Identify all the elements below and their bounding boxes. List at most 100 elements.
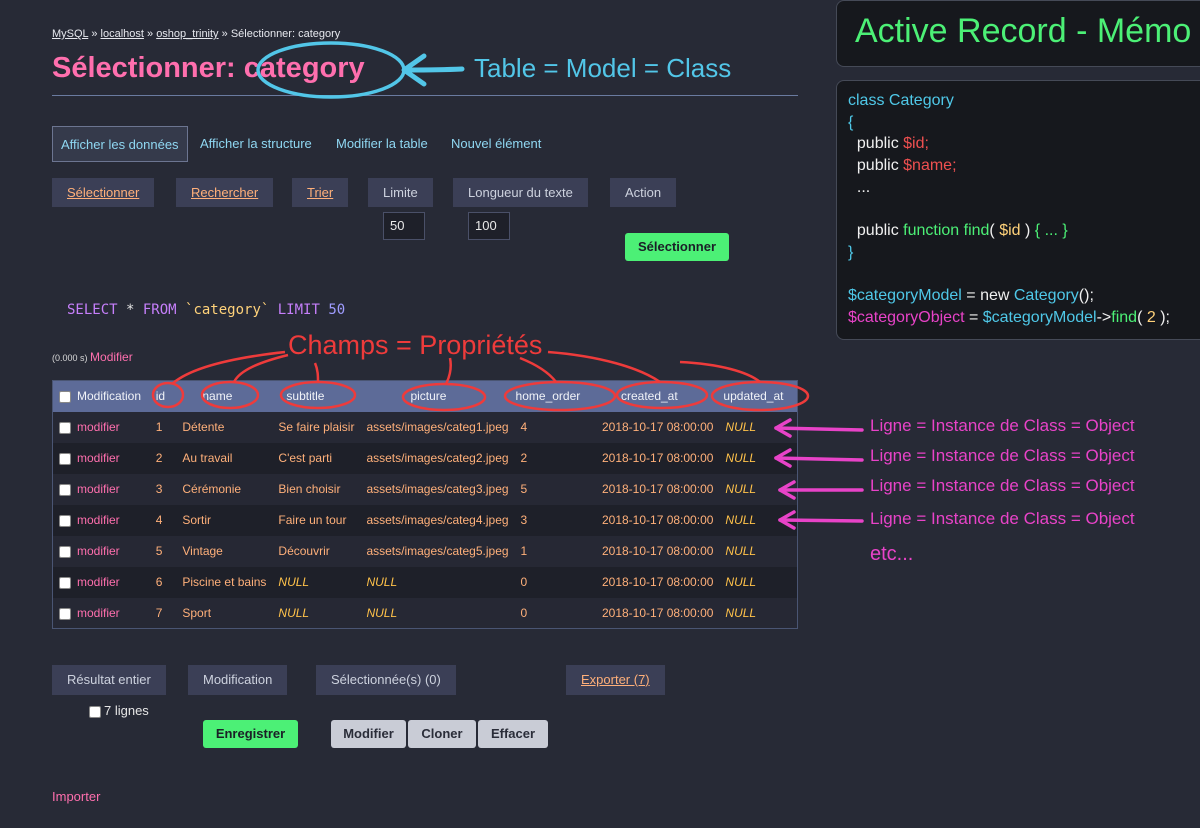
- delete-button[interactable]: Effacer: [478, 720, 548, 748]
- row-edit-cell[interactable]: modifier: [52, 442, 150, 474]
- import-link[interactable]: Importer: [52, 789, 100, 804]
- cell-updated-at: NULL: [719, 535, 798, 567]
- row-checkbox[interactable]: [59, 545, 71, 558]
- tab-show-data[interactable]: Afficher les données: [52, 126, 188, 162]
- breadcrumb-separator: »: [147, 28, 154, 40]
- column-header-modification[interactable]: Modification: [52, 380, 150, 412]
- row-edit-link[interactable]: modifier: [77, 482, 120, 496]
- row-edit-cell[interactable]: modifier: [52, 566, 150, 598]
- connector-line: [232, 353, 289, 383]
- cell-updated-at: NULL: [719, 442, 798, 474]
- cell-subtitle: Découvrir: [272, 535, 361, 567]
- sql-keyword: LIMIT: [277, 302, 320, 318]
- cell-subtitle: Se faire plaisir: [272, 411, 361, 443]
- cell-id: 6: [149, 566, 177, 598]
- table-header-row: Modification id name subtitle picture ho…: [52, 380, 798, 412]
- breadcrumb-host[interactable]: localhost: [101, 28, 144, 40]
- column-header-updated-at[interactable]: updated_at: [719, 380, 798, 412]
- cell-picture: assets/images/categ5.jpeg: [360, 535, 515, 567]
- arrow-head-icon: [401, 53, 427, 87]
- connector-line: [519, 356, 557, 383]
- row-edit-cell[interactable]: modifier: [52, 535, 150, 567]
- modification-button[interactable]: Modification: [188, 665, 288, 695]
- tab-show-structure[interactable]: Afficher la structure: [200, 126, 312, 162]
- title-divider: [52, 95, 798, 96]
- breadcrumb-mysql[interactable]: MySQL: [52, 28, 88, 40]
- sort-button[interactable]: Trier: [292, 178, 349, 207]
- text-length-input[interactable]: 100: [468, 212, 510, 240]
- row-edit-cell[interactable]: modifier: [52, 597, 150, 629]
- data-table: Modification id name subtitle picture ho…: [52, 380, 798, 629]
- cell-id: 3: [149, 473, 177, 505]
- cell-name: Détente: [176, 411, 273, 443]
- edit-query-link[interactable]: Modifier: [90, 350, 133, 364]
- table-row: modifier 3 Cérémonie Bien choisir assets/ima…: [52, 473, 798, 505]
- annotation-table-model: Table = Model = Class: [474, 53, 732, 83]
- row-edit-link[interactable]: modifier: [77, 606, 120, 620]
- lines-checkbox[interactable]: [89, 705, 101, 718]
- cell-picture: assets/images/categ2.jpeg: [360, 442, 515, 474]
- limit-input[interactable]: 50: [383, 212, 425, 240]
- export-button[interactable]: Exporter (7): [566, 665, 665, 695]
- cell-home-order: 3: [514, 504, 596, 536]
- annotation-fields: Champs = Propriétés: [288, 330, 543, 360]
- timing-value: (0.000 s): [52, 353, 88, 363]
- table-row: modifier 1 Détente Se faire plaisir assets/i…: [52, 411, 798, 443]
- row-checkbox[interactable]: [59, 452, 71, 465]
- clone-button[interactable]: Cloner: [408, 720, 476, 748]
- row-edit-cell[interactable]: modifier: [52, 411, 150, 443]
- row-edit-link[interactable]: modifier: [77, 513, 120, 527]
- breadcrumb-separator: »: [221, 28, 228, 40]
- sql-query: SELECT * FROM `category` LIMIT 50: [67, 302, 345, 318]
- cell-name: Vintage: [176, 535, 273, 567]
- column-header-subtitle[interactable]: subtitle: [272, 380, 361, 412]
- save-button[interactable]: Enregistrer: [203, 720, 298, 748]
- cell-subtitle: NULL: [272, 566, 361, 598]
- row-checkbox[interactable]: [59, 483, 71, 496]
- table-row: modifier 2 Au travail C'est parti assets/ima…: [52, 442, 798, 474]
- row-checkbox[interactable]: [59, 607, 71, 620]
- selected-button[interactable]: Sélectionnée(s) (0): [316, 665, 456, 695]
- column-header-label: Modification: [77, 389, 142, 404]
- search-button[interactable]: Rechercher: [176, 178, 274, 207]
- tab-alter-table[interactable]: Modifier la table: [336, 126, 428, 162]
- row-edit-link[interactable]: modifier: [77, 420, 120, 434]
- cell-name: Sport: [176, 597, 273, 629]
- cell-home-order: 0: [514, 566, 596, 598]
- breadcrumb-database[interactable]: oshop_trinity: [156, 28, 218, 40]
- row-checkbox[interactable]: [59, 576, 71, 589]
- row-edit-link[interactable]: modifier: [77, 451, 120, 465]
- text-length-label: Longueur du texte: [453, 178, 588, 207]
- row-edit-link[interactable]: modifier: [77, 544, 120, 558]
- code-line: public $id;: [848, 135, 929, 153]
- cell-picture: NULL: [360, 566, 515, 598]
- select-columns-button[interactable]: Sélectionner: [52, 178, 155, 207]
- column-header-id[interactable]: id: [149, 380, 177, 412]
- select-submit-button[interactable]: Sélectionner: [625, 233, 729, 261]
- column-header-created-at[interactable]: created_at: [595, 380, 720, 412]
- select-all-checkbox[interactable]: [59, 391, 71, 404]
- full-result-button[interactable]: Résultat entier: [52, 665, 166, 695]
- edit-button[interactable]: Modifier: [331, 720, 406, 748]
- cell-subtitle: Bien choisir: [272, 473, 361, 505]
- column-header-home-order[interactable]: home_order: [514, 380, 596, 412]
- column-header-picture[interactable]: picture: [360, 380, 515, 412]
- cell-name: Piscine et bains: [176, 566, 273, 598]
- row-checkbox[interactable]: [59, 514, 71, 527]
- row-edit-link[interactable]: modifier: [77, 575, 120, 589]
- tab-new-item[interactable]: Nouvel élément: [451, 126, 541, 162]
- code-line: ...: [848, 178, 871, 196]
- cell-id: 4: [149, 504, 177, 536]
- sql-keyword: SELECT: [67, 302, 118, 318]
- cell-updated-at: NULL: [719, 411, 798, 443]
- row-edit-cell[interactable]: modifier: [52, 473, 150, 505]
- column-header-name[interactable]: name: [176, 380, 273, 412]
- row-edit-cell[interactable]: modifier: [52, 504, 150, 536]
- cell-picture: assets/images/categ1.jpeg: [360, 411, 515, 443]
- sql-table: `category`: [176, 302, 278, 318]
- cell-subtitle: NULL: [272, 597, 361, 629]
- cell-created-at: 2018-10-17 08:00:00: [595, 411, 720, 443]
- row-checkbox[interactable]: [59, 421, 71, 434]
- cell-updated-at: NULL: [719, 504, 798, 536]
